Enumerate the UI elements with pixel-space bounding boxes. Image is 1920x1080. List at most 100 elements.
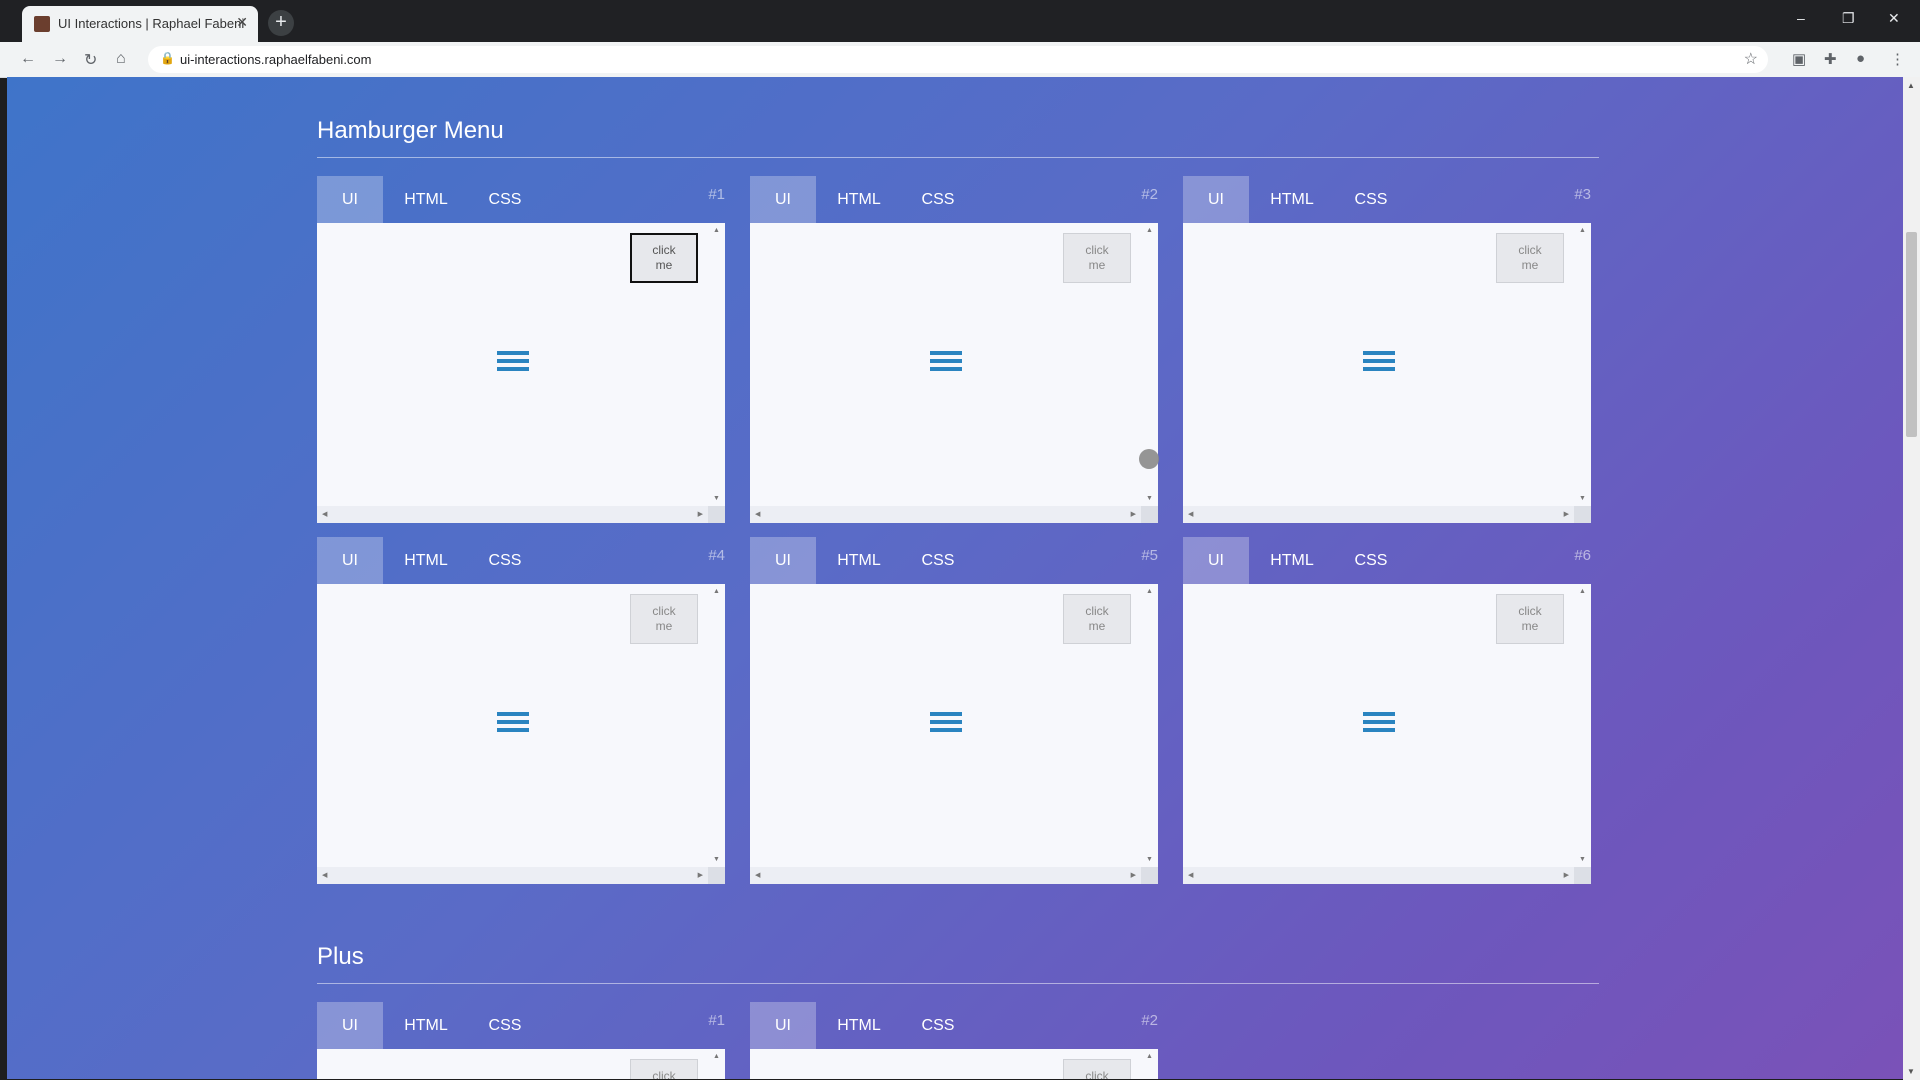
tab-css[interactable]: CSS (1343, 537, 1399, 584)
hamburger-icon[interactable] (1363, 712, 1395, 738)
mouse-cursor (1139, 449, 1159, 469)
tab-close-icon[interactable]: ✕ (236, 14, 248, 31)
menu-icon[interactable]: ⋮ (1890, 50, 1905, 68)
tab-html[interactable]: HTML (393, 176, 459, 223)
tab-ui[interactable]: UI (317, 1002, 383, 1049)
click-me-button[interactable]: click (630, 1059, 698, 1079)
tab-html[interactable]: HTML (1259, 176, 1325, 223)
close-window-icon[interactable]: ✕ (1888, 10, 1900, 27)
scroll-left-icon[interactable]: ◀ (1188, 871, 1193, 879)
tab-html[interactable]: HTML (826, 1002, 892, 1049)
panel-horizontal-scrollbar[interactable]: ◀ ▶ (1183, 506, 1574, 523)
scroll-down-icon[interactable]: ▼ (713, 856, 720, 863)
tab-css[interactable]: CSS (910, 176, 966, 223)
extensions-icon[interactable]: ✚ (1824, 50, 1837, 68)
click-me-button[interactable]: click me (1063, 594, 1131, 644)
panel-vertical-scrollbar[interactable]: ▲ ▼ (1574, 223, 1591, 506)
tab-html[interactable]: HTML (393, 537, 459, 584)
panel-horizontal-scrollbar[interactable]: ◀ ▶ (317, 867, 708, 884)
scroll-left-icon[interactable]: ◀ (1188, 510, 1193, 518)
click-me-button[interactable]: click (1063, 1059, 1131, 1079)
scroll-up-icon[interactable]: ▲ (713, 227, 720, 234)
hamburger-icon[interactable] (1363, 351, 1395, 377)
scroll-up-icon[interactable]: ▲ (1907, 81, 1915, 90)
scroll-left-icon[interactable]: ◀ (755, 510, 760, 518)
home-icon[interactable]: ⌂ (116, 50, 126, 68)
hamburger-icon[interactable] (930, 712, 962, 738)
tab-html[interactable]: HTML (826, 176, 892, 223)
scroll-down-icon[interactable]: ▼ (1579, 495, 1586, 502)
tab-css[interactable]: CSS (477, 176, 533, 223)
tab-css[interactable]: CSS (1343, 176, 1399, 223)
scroll-right-icon[interactable]: ▶ (1131, 510, 1136, 518)
address-bar[interactable]: 🔒 ui-interactions.raphaelfabeni.com ☆ (148, 46, 1768, 73)
click-me-button[interactable]: click me (1496, 594, 1564, 644)
panel-horizontal-scrollbar[interactable]: ◀ ▶ (1183, 867, 1574, 884)
tab-html[interactable]: HTML (393, 1002, 459, 1049)
hamburger-icon[interactable] (497, 351, 529, 377)
profile-icon[interactable]: ● (1856, 50, 1865, 67)
star-icon[interactable]: ☆ (1744, 49, 1758, 69)
panel-horizontal-scrollbar[interactable]: ◀ ▶ (317, 506, 708, 523)
tab-html[interactable]: HTML (1259, 537, 1325, 584)
minimize-icon[interactable]: – (1797, 10, 1805, 26)
scroll-left-icon[interactable]: ◀ (322, 871, 327, 879)
scroll-up-icon[interactable]: ▲ (1146, 227, 1153, 234)
scroll-right-icon[interactable]: ▶ (1131, 871, 1136, 879)
card-tabs: UI HTML CSS #2 (750, 1002, 1158, 1049)
scroll-up-icon[interactable]: ▲ (1579, 227, 1586, 234)
scroll-right-icon[interactable]: ▶ (698, 871, 703, 879)
scroll-up-icon[interactable]: ▲ (1146, 588, 1153, 595)
scroll-right-icon[interactable]: ▶ (1564, 510, 1569, 518)
tab-ui[interactable]: UI (317, 176, 383, 223)
tab-ui[interactable]: UI (750, 1002, 816, 1049)
cast-icon[interactable]: ▣ (1792, 50, 1806, 68)
panel-horizontal-scrollbar[interactable]: ◀ ▶ (750, 506, 1141, 523)
scroll-up-icon[interactable]: ▲ (713, 1053, 720, 1060)
panel-vertical-scrollbar[interactable]: ▲ ▼ (1141, 584, 1158, 867)
hamburger-icon[interactable] (930, 351, 962, 377)
tab-ui[interactable]: UI (750, 537, 816, 584)
panel-vertical-scrollbar[interactable]: ▲ ▼ (708, 223, 725, 506)
interaction-card: UI HTML CSS #2 click ▲ ▼ ◀ ▶ (750, 1002, 1158, 1079)
scroll-down-icon[interactable]: ▼ (1146, 495, 1153, 502)
click-me-button[interactable]: click me (1063, 233, 1131, 283)
page-scrollbar[interactable]: ▲ ▼ (1903, 77, 1920, 1080)
panel-vertical-scrollbar[interactable]: ▲ ▼ (1574, 584, 1591, 867)
scroll-left-icon[interactable]: ◀ (755, 871, 760, 879)
browser-tab[interactable]: UI Interactions | Raphael Fabeni ✕ (22, 6, 258, 42)
tab-css[interactable]: CSS (910, 537, 966, 584)
hamburger-icon[interactable] (497, 712, 529, 738)
scrollbar-thumb[interactable] (1906, 232, 1917, 437)
panel-vertical-scrollbar[interactable]: ▲ ▼ (708, 1049, 725, 1079)
scroll-left-icon[interactable]: ◀ (322, 510, 327, 518)
scroll-down-icon[interactable]: ▼ (1907, 1067, 1915, 1076)
scroll-down-icon[interactable]: ▼ (1579, 856, 1586, 863)
scroll-right-icon[interactable]: ▶ (698, 510, 703, 518)
panel-vertical-scrollbar[interactable]: ▲ ▼ (1141, 1049, 1158, 1079)
tab-css[interactable]: CSS (477, 537, 533, 584)
restore-icon[interactable]: ❐ (1842, 10, 1855, 27)
tab-ui[interactable]: UI (1183, 176, 1249, 223)
new-tab-button[interactable]: + (268, 10, 294, 36)
click-me-button[interactable]: click me (630, 594, 698, 644)
panel-horizontal-scrollbar[interactable]: ◀ ▶ (750, 867, 1141, 884)
tab-ui[interactable]: UI (317, 537, 383, 584)
scroll-up-icon[interactable]: ▲ (713, 588, 720, 595)
scroll-up-icon[interactable]: ▲ (1146, 1053, 1153, 1060)
scroll-down-icon[interactable]: ▼ (713, 495, 720, 502)
tab-ui[interactable]: UI (1183, 537, 1249, 584)
tab-html[interactable]: HTML (826, 537, 892, 584)
scroll-right-icon[interactable]: ▶ (1564, 871, 1569, 879)
click-me-button[interactable]: click me (630, 233, 698, 283)
forward-icon[interactable]: → (52, 50, 68, 68)
back-icon[interactable]: ← (20, 50, 36, 68)
scroll-down-icon[interactable]: ▼ (1146, 856, 1153, 863)
panel-vertical-scrollbar[interactable]: ▲ ▼ (708, 584, 725, 867)
tab-css[interactable]: CSS (477, 1002, 533, 1049)
reload-icon[interactable]: ↻ (84, 50, 97, 70)
tab-ui[interactable]: UI (750, 176, 816, 223)
scroll-up-icon[interactable]: ▲ (1579, 588, 1586, 595)
tab-css[interactable]: CSS (910, 1002, 966, 1049)
click-me-button[interactable]: click me (1496, 233, 1564, 283)
